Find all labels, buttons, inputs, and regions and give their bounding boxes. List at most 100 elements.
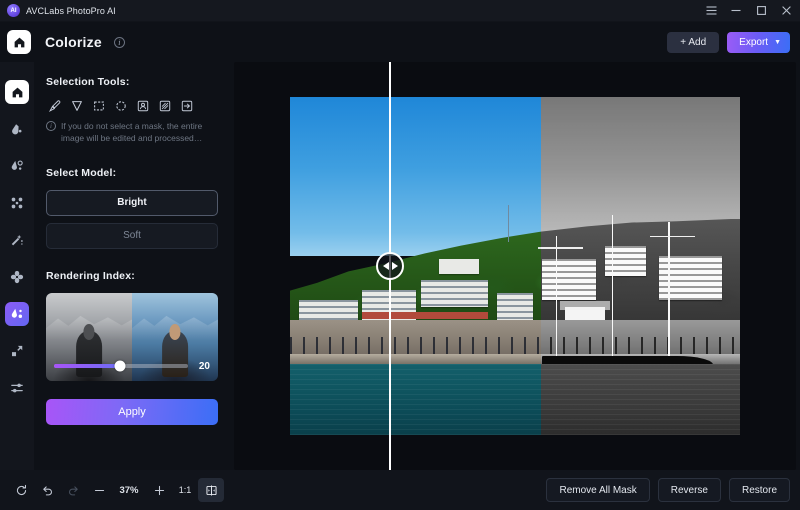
selection-tools-row [46, 99, 218, 113]
magic-wand-icon [11, 234, 23, 246]
rendering-index-value: 20 [198, 360, 210, 372]
apply-button[interactable]: Apply [46, 398, 218, 425]
rail-item-home[interactable] [5, 80, 29, 104]
arrow-right-icon [391, 262, 398, 270]
comparison-divider[interactable] [376, 62, 404, 470]
restore-button[interactable]: Restore [728, 478, 790, 502]
enhance-icon [11, 197, 23, 209]
rendering-index-slider[interactable]: 20 [54, 360, 210, 372]
building [438, 259, 479, 275]
zoom-in-icon[interactable] [146, 478, 172, 502]
sky [290, 97, 541, 256]
building [542, 259, 596, 300]
page-title: Colorize [45, 34, 102, 50]
window-controls [705, 5, 792, 17]
slider-track[interactable] [54, 360, 188, 372]
comparison-photo[interactable] [290, 97, 740, 435]
sea-water [541, 364, 740, 435]
app-logo-text: AI [10, 7, 17, 14]
info-icon[interactable]: i [113, 36, 125, 48]
photo-right-grayscale [541, 97, 740, 435]
remove-all-mask-button[interactable]: Remove All Mask [546, 478, 650, 502]
rail-item-retouch[interactable] [5, 117, 29, 141]
people-on-quay [290, 336, 541, 354]
building [497, 293, 533, 324]
building [420, 279, 488, 307]
title-bar: AI AVCLabs PhotoPro AI [0, 0, 800, 22]
info-icon: i [46, 121, 56, 131]
people-on-quay [541, 336, 740, 354]
zoom-out-icon[interactable] [86, 478, 112, 502]
rectangle-select-icon[interactable] [92, 99, 106, 113]
redo-icon[interactable] [60, 478, 86, 502]
model-option-soft[interactable]: Soft [46, 222, 218, 249]
mask-hint-text: If you do not select a mask, the entire … [61, 121, 203, 144]
model-option-bright[interactable]: Bright [46, 189, 218, 216]
mask-hint: i If you do not select a mask, the entir… [46, 120, 218, 145]
texture-select-icon[interactable] [158, 99, 172, 113]
rail-item-enhance[interactable] [5, 191, 29, 215]
app-brand: AI AVCLabs PhotoPro AI [7, 4, 116, 17]
retouch-icon [12, 124, 22, 135]
brush-tool-icon[interactable] [48, 99, 62, 113]
app-window: AI AVCLabs PhotoPro AI Colorize i + Add … [0, 0, 800, 510]
add-button[interactable]: + Add [667, 31, 720, 53]
antenna-mast [508, 205, 510, 243]
comparison-divider-handle[interactable] [376, 252, 404, 280]
rail-item-colorize[interactable] [5, 302, 29, 326]
scene-grayscale [541, 97, 740, 435]
sailboat-mast [555, 235, 557, 358]
background-remove-icon [11, 160, 23, 170]
image-canvas[interactable] [234, 62, 796, 470]
sea-water [290, 364, 541, 435]
minimize-icon[interactable] [730, 5, 742, 17]
hamburger-menu-icon[interactable] [705, 5, 717, 17]
terrace [362, 311, 488, 320]
close-icon[interactable] [780, 5, 792, 17]
slider-knob[interactable] [114, 360, 126, 372]
rendering-index-label: Rendering Index: [46, 269, 135, 282]
denoise-icon [10, 270, 24, 284]
select-model-label: Select Model: [46, 166, 117, 179]
arrow-left-icon [382, 262, 389, 270]
rail-item-background-remove[interactable] [5, 154, 29, 178]
tool-rail [0, 62, 34, 470]
fit-ratio-button[interactable]: 1:1 [172, 485, 198, 495]
photo-left-color [290, 97, 541, 435]
app-name: AVCLabs PhotoPro AI [26, 5, 116, 16]
split-view-icon[interactable] [198, 478, 224, 502]
reverse-button[interactable]: Reverse [657, 478, 721, 502]
bottom-toolbar: 37% 1:1 Remove All Mask Reverse Restore [0, 470, 800, 510]
maximize-icon[interactable] [755, 5, 767, 17]
home-button[interactable] [7, 30, 31, 54]
rail-item-magic-wand[interactable] [5, 228, 29, 252]
settings-sidebar: Selection Tools: i If you do not select … [34, 62, 230, 470]
chevron-down-icon: ▼ [774, 38, 781, 46]
upscale-icon [12, 345, 23, 357]
import-mask-icon[interactable] [180, 99, 194, 113]
sailboat-mast [611, 215, 614, 358]
pointer-tool-icon[interactable] [70, 99, 84, 113]
sailboat-mast [668, 222, 670, 358]
selection-tools-label: Selection Tools: [46, 76, 130, 88]
preview-person-head [83, 324, 95, 340]
ellipse-select-icon[interactable] [114, 99, 128, 113]
slider-fill [54, 364, 120, 369]
export-button[interactable]: Export ▼ [727, 31, 790, 53]
canvas-column [230, 62, 800, 470]
sailboat-boom [650, 235, 695, 238]
rail-item-denoise[interactable] [5, 265, 29, 289]
rail-item-adjust-sliders[interactable] [5, 376, 29, 400]
canvas-controls: 37% 1:1 [8, 478, 224, 502]
zoom-level[interactable]: 37% [112, 485, 146, 496]
preview-person-head [169, 324, 181, 340]
portrait-select-icon[interactable] [136, 99, 150, 113]
reset-icon[interactable] [8, 478, 34, 502]
scene-color [290, 97, 541, 435]
main-body: Selection Tools: i If you do not select … [0, 62, 800, 470]
home-icon [12, 87, 22, 97]
undo-icon[interactable] [34, 478, 60, 502]
colorize-icon [11, 308, 23, 319]
sailboat-boom [541, 247, 583, 249]
rail-item-upscale[interactable] [5, 339, 29, 363]
